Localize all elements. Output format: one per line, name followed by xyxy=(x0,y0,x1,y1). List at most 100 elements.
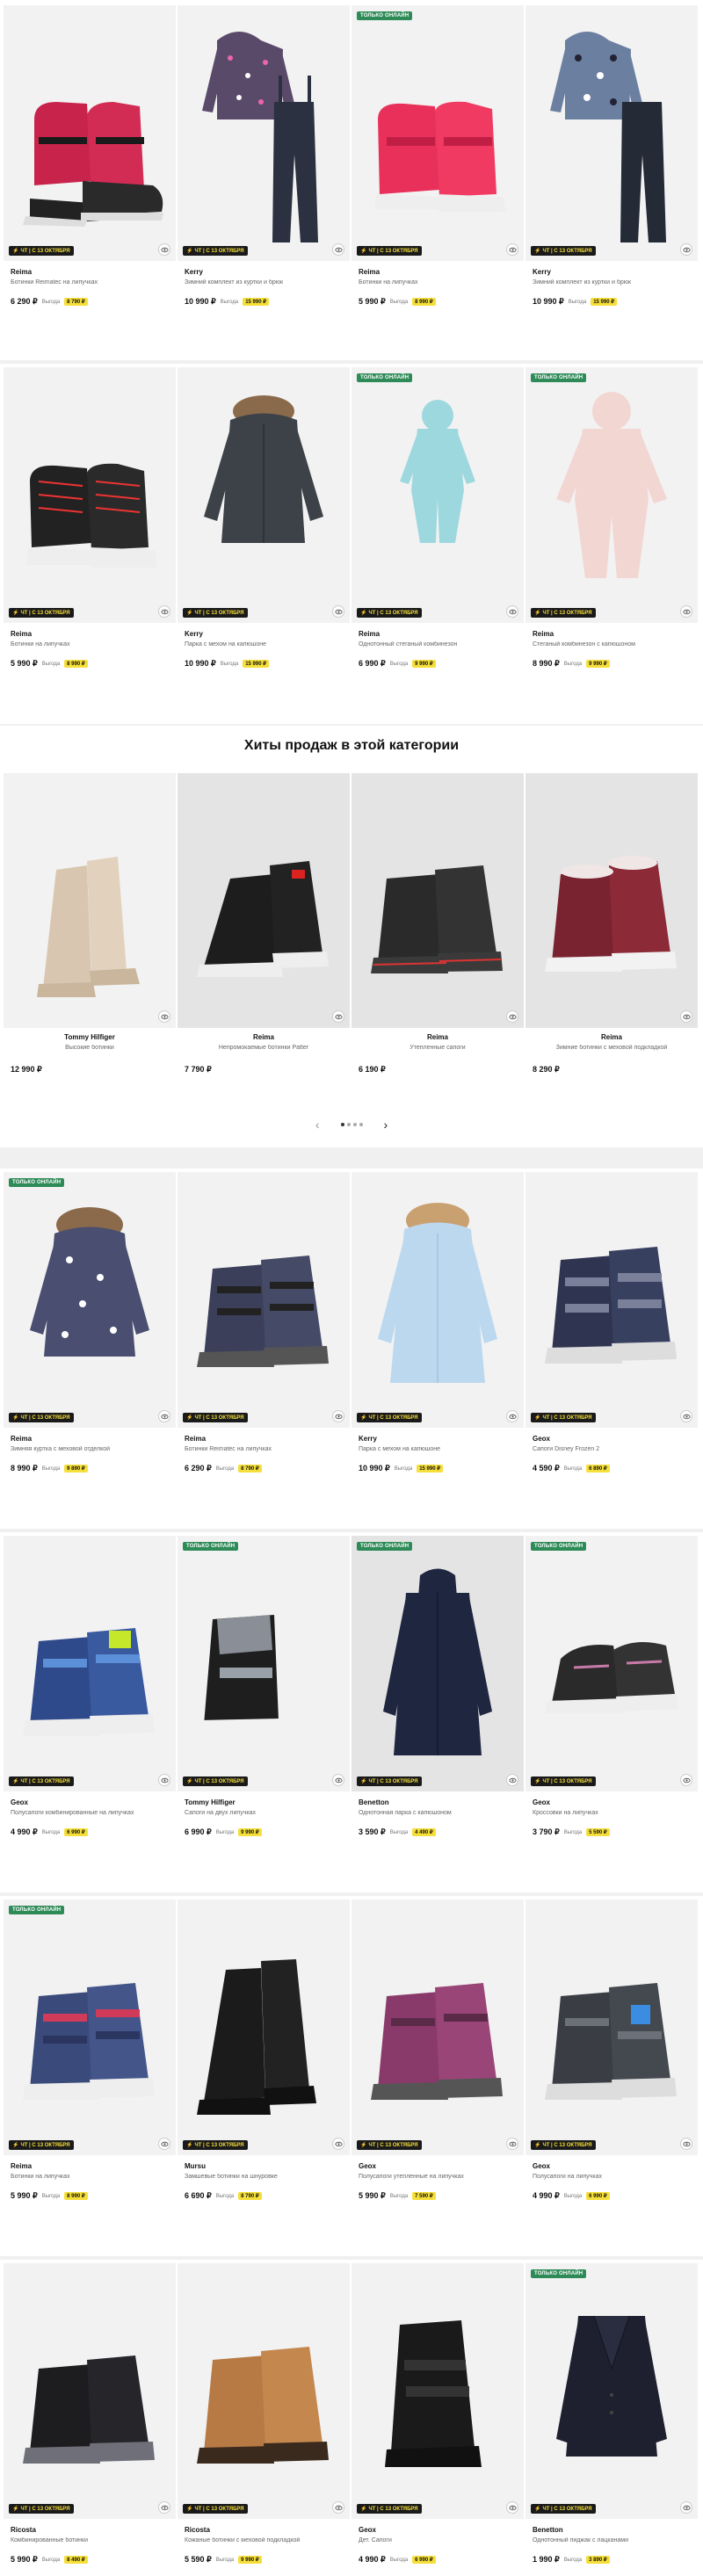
product-card[interactable]: ТОЛЬКО ОНЛАЙН ⚡ ЧТ | С 13 ОКТЯБРЯ Tommy H… xyxy=(178,1536,350,1890)
product-image[interactable]: ⚡ ЧТ | С 13 ОКТЯБРЯ xyxy=(525,1172,698,1428)
product-name[interactable]: Комбинированные ботинки xyxy=(11,2537,169,2543)
product-image[interactable]: ТОЛЬКО ОНЛАЙН ⚡ ЧТ | С 13 ОКТЯБРЯ xyxy=(525,1536,698,1791)
quick-view-button[interactable] xyxy=(680,1010,692,1023)
product-name[interactable]: Кроссовки на липучках xyxy=(533,1810,691,1816)
product-name[interactable]: Утепленные сапоги xyxy=(359,1045,517,1051)
quick-view-button[interactable] xyxy=(680,2501,692,2514)
product-card[interactable]: ⚡ ЧТ | С 13 ОКТЯБРЯ Kerry Зимний комплект… xyxy=(178,5,350,359)
product-image[interactable]: ТОЛЬКО ОНЛАЙН ⚡ ЧТ | С 13 ОКТЯБРЯ xyxy=(178,1536,350,1791)
quick-view-button[interactable] xyxy=(332,1774,344,1786)
quick-view-button[interactable] xyxy=(332,1010,344,1023)
carousel-dot[interactable] xyxy=(352,1123,357,1126)
product-image[interactable]: ⚡ ЧТ | С 13 ОКТЯБРЯ xyxy=(178,2263,350,2519)
quick-view-button[interactable] xyxy=(332,1410,344,1422)
product-name[interactable]: Ботинки на липучках xyxy=(359,279,517,286)
quick-view-button[interactable] xyxy=(680,605,692,618)
product-name[interactable]: Кожаные ботинки с меховой подкладкой xyxy=(185,2537,343,2543)
hit-product-card[interactable]: Reima Непромокаемые ботинки Patter 7 790… xyxy=(178,773,350,1105)
quick-view-button[interactable] xyxy=(332,243,344,256)
quick-view-button[interactable] xyxy=(158,243,170,256)
quick-view-button[interactable] xyxy=(158,1010,170,1023)
product-name[interactable]: Полусапоги комбинированные на липучках xyxy=(11,1810,169,1816)
product-image[interactable]: ⚡ ЧТ | С 13 ОКТЯБРЯ xyxy=(4,1536,176,1791)
product-card[interactable]: ⚡ ЧТ | С 13 ОКТЯБРЯ Geox Полусапоги комби… xyxy=(4,1536,176,1890)
product-name[interactable]: Однотонная парка с капюшоном xyxy=(359,1810,517,1816)
product-card[interactable]: ⚡ ЧТ | С 13 ОКТЯБРЯ Geox Сапоги Disney Fr… xyxy=(525,1172,698,1526)
product-image[interactable]: ТОЛЬКО ОНЛАЙН ⚡ ЧТ | С 13 ОКТЯБРЯ xyxy=(4,1899,176,2155)
product-card[interactable]: ТОЛЬКО ОНЛАЙН ⚡ ЧТ | С 13 ОКТЯБРЯ Reima Б… xyxy=(352,5,524,359)
product-image[interactable]: ТОЛЬКО ОНЛАЙН ⚡ ЧТ | С 13 ОКТЯБРЯ xyxy=(525,367,698,623)
quick-view-button[interactable] xyxy=(332,2138,344,2150)
product-card[interactable]: ⚡ ЧТ | С 13 ОКТЯБРЯ Geox Полусапоги утепл… xyxy=(352,1899,524,2254)
product-image[interactable]: ⚡ ЧТ | С 13 ОКТЯБРЯ xyxy=(178,1172,350,1428)
product-name[interactable]: Однотонный стеганый комбинезон xyxy=(359,641,517,648)
product-image[interactable]: ⚡ ЧТ | С 13 ОКТЯБРЯ xyxy=(178,5,350,261)
product-name[interactable]: Ботинки Reimatec на липучках xyxy=(11,279,169,286)
product-image[interactable]: ⚡ ЧТ | С 13 ОКТЯБРЯ xyxy=(4,5,176,261)
product-name[interactable]: Полусапоги утепленные на липучках xyxy=(359,2174,517,2180)
product-name[interactable]: Парка с мехом на капюшоне xyxy=(185,641,343,648)
product-card[interactable]: ⚡ ЧТ | С 13 ОКТЯБРЯ Reima Ботинки на липу… xyxy=(4,367,176,721)
product-image[interactable]: ⚡ ЧТ | С 13 ОКТЯБРЯ xyxy=(525,1899,698,2155)
carousel-dot[interactable] xyxy=(340,1123,344,1126)
product-card[interactable]: ТОЛЬКО ОНЛАЙН ⚡ ЧТ | С 13 ОКТЯБРЯ Benetto… xyxy=(352,1536,524,1890)
product-image[interactable]: ⚡ ЧТ | С 13 ОКТЯБРЯ xyxy=(352,1172,524,1428)
quick-view-button[interactable] xyxy=(506,243,518,256)
quick-view-button[interactable] xyxy=(506,1010,518,1023)
product-name[interactable]: Парка с мехом на капюшоне xyxy=(359,1446,517,1452)
quick-view-button[interactable] xyxy=(506,605,518,618)
product-name[interactable]: Зимние ботинки с меховой подкладкой xyxy=(533,1045,691,1051)
product-image[interactable]: ⚡ ЧТ | С 13 ОКТЯБРЯ xyxy=(178,1899,350,2155)
product-card[interactable]: ⚡ ЧТ | С 13 ОКТЯБРЯ Reima Ботинки Reimate… xyxy=(4,5,176,359)
product-name[interactable]: Непромокаемые ботинки Patter xyxy=(185,1045,343,1051)
quick-view-button[interactable] xyxy=(506,2138,518,2150)
product-name[interactable]: Зимний комплект из куртки и брюк xyxy=(185,279,343,286)
product-image[interactable]: ⚡ ЧТ | С 13 ОКТЯБРЯ xyxy=(178,367,350,623)
product-name[interactable]: Зимний комплект из куртки и брюк xyxy=(533,279,691,286)
product-name[interactable]: Замшевые ботинки на шнуровке xyxy=(185,2174,343,2180)
product-image[interactable]: ⚡ ЧТ | С 13 ОКТЯБРЯ xyxy=(352,2263,524,2519)
quick-view-button[interactable] xyxy=(158,1774,170,1786)
carousel-dot[interactable] xyxy=(359,1123,363,1126)
product-image[interactable]: ТОЛЬКО ОНЛАЙН ⚡ ЧТ | С 13 ОКТЯБРЯ xyxy=(4,1172,176,1428)
product-name[interactable]: Дет. Сапоги xyxy=(359,2537,517,2543)
quick-view-button[interactable] xyxy=(158,2501,170,2514)
product-card[interactable]: ⚡ ЧТ | С 13 ОКТЯБРЯ Kerry Зимний комплект… xyxy=(525,5,698,359)
product-card[interactable]: ⚡ ЧТ | С 13 ОКТЯБРЯ Ricosta Кожаные ботин… xyxy=(178,2263,350,2576)
product-image[interactable]: ТОЛЬКО ОНЛАЙН ⚡ ЧТ | С 13 ОКТЯБРЯ xyxy=(525,2263,698,2519)
product-name[interactable]: Высокие ботинки xyxy=(11,1045,169,1051)
product-card[interactable]: ТОЛЬКО ОНЛАЙН ⚡ ЧТ | С 13 ОКТЯБРЯ Reima О… xyxy=(352,367,524,721)
quick-view-button[interactable] xyxy=(680,2138,692,2150)
carousel-prev-button[interactable]: ‹ xyxy=(315,1118,320,1132)
product-card[interactable]: ⚡ ЧТ | С 13 ОКТЯБРЯ Ricosta Комбинированн… xyxy=(4,2263,176,2576)
product-name[interactable]: Зимняя куртка с меховой отделкой xyxy=(11,1446,169,1452)
product-image[interactable]: ТОЛЬКО ОНЛАЙН ⚡ ЧТ | С 13 ОКТЯБРЯ xyxy=(352,5,524,261)
quick-view-button[interactable] xyxy=(680,1774,692,1786)
product-image[interactable] xyxy=(4,773,176,1028)
product-name[interactable]: Ботинки на липучках xyxy=(11,2174,169,2180)
carousel-dot[interactable] xyxy=(346,1123,351,1126)
quick-view-button[interactable] xyxy=(158,2138,170,2150)
quick-view-button[interactable] xyxy=(680,243,692,256)
product-image[interactable]: ⚡ ЧТ | С 13 ОКТЯБРЯ xyxy=(352,1899,524,2155)
quick-view-button[interactable] xyxy=(506,2501,518,2514)
product-name[interactable]: Сапоги Disney Frozen 2 xyxy=(533,1446,691,1452)
hit-product-card[interactable]: Tommy Hilfiger Высокие ботинки 12 990 ₽ xyxy=(4,773,176,1105)
product-name[interactable]: Стеганый комбинезон с капюшоном xyxy=(533,641,691,648)
carousel-next-button[interactable]: › xyxy=(384,1118,388,1132)
product-card[interactable]: ТОЛЬКО ОНЛАЙН ⚡ ЧТ | С 13 ОКТЯБРЯ Benetto… xyxy=(525,2263,698,2576)
quick-view-button[interactable] xyxy=(332,2501,344,2514)
product-image[interactable]: ⚡ ЧТ | С 13 ОКТЯБРЯ xyxy=(525,5,698,261)
product-name[interactable]: Ботинки на липучках xyxy=(11,641,169,648)
product-name[interactable]: Однотонный пиджак с лацканами xyxy=(533,2537,691,2543)
product-name[interactable]: Ботинки Reimatec на липучках xyxy=(185,1446,343,1452)
product-card[interactable]: ⚡ ЧТ | С 13 ОКТЯБРЯ Reima Ботинки Reimate… xyxy=(178,1172,350,1526)
quick-view-button[interactable] xyxy=(158,1410,170,1422)
quick-view-button[interactable] xyxy=(158,605,170,618)
hit-product-card[interactable]: Reima Утепленные сапоги 6 190 ₽ xyxy=(352,773,524,1105)
product-card[interactable]: ⚡ ЧТ | С 13 ОКТЯБРЯ Kerry Парка с мехом н… xyxy=(178,367,350,721)
product-card[interactable]: ⚡ ЧТ | С 13 ОКТЯБРЯ Geox Полусапоги на ли… xyxy=(525,1899,698,2254)
product-image[interactable]: ⚡ ЧТ | С 13 ОКТЯБРЯ xyxy=(4,2263,176,2519)
quick-view-button[interactable] xyxy=(332,605,344,618)
product-image[interactable] xyxy=(178,773,350,1028)
